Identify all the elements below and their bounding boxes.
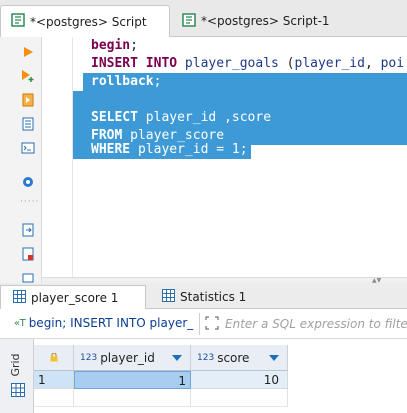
results-tab-label: player_score 1 xyxy=(31,290,119,305)
code-line-2: INSERT INTO player_goals (player_id, poi xyxy=(91,56,405,71)
column-header-score[interactable]: 123 score xyxy=(191,345,288,371)
cell-player-id[interactable]: 1 xyxy=(74,371,191,389)
editor-tab-bar: *<postgres> Script *<postgres> Script-1 xyxy=(0,0,407,37)
settings-icon[interactable] xyxy=(20,174,36,190)
toolbar-separator: ····· xyxy=(20,197,40,207)
filter-separator xyxy=(199,313,200,335)
code-line-3: rollback; xyxy=(91,74,162,89)
numeric-type-icon: 123 xyxy=(197,352,215,363)
table-icon xyxy=(162,289,175,305)
editor-toolbar: ····· xyxy=(0,37,42,283)
column-header-label: player_id xyxy=(100,350,155,365)
sort-arrow-icon[interactable] xyxy=(269,355,279,361)
table-icon xyxy=(13,289,26,306)
results-grid: 123 player_id 123 score 1 1 10 xyxy=(34,339,407,413)
row-number-header[interactable] xyxy=(34,345,74,371)
grid-view-icon[interactable] xyxy=(11,383,25,400)
column-header-player-id[interactable]: 123 player_id xyxy=(74,345,191,371)
results-tab-player-score[interactable]: player_score 1 xyxy=(0,285,146,309)
file-icon[interactable] xyxy=(20,246,36,262)
numeric-type-icon: 123 xyxy=(80,352,98,363)
cell-score[interactable]: 10 xyxy=(191,371,288,389)
export-icon[interactable] xyxy=(20,222,36,238)
code-line-1: begin; xyxy=(91,38,138,53)
results-tab-statistics[interactable]: Statistics 1 xyxy=(150,285,270,309)
explain-plan-icon[interactable] xyxy=(20,116,36,132)
code-line-5: SELECT player_id ,score xyxy=(91,110,272,125)
execute-in-new-tab-icon[interactable] xyxy=(20,68,36,84)
empty-cell xyxy=(191,389,288,407)
execute-statement-icon[interactable] xyxy=(20,44,36,60)
view-switcher: Grid xyxy=(0,339,34,413)
empty-cell xyxy=(34,389,74,407)
results-tab-label: Statistics 1 xyxy=(180,290,247,304)
source-query[interactable]: «T begin; INSERT INTO player_ xyxy=(14,316,193,330)
sql-editor[interactable]: begin; INSERT INTO player_goals (player_… xyxy=(42,37,407,277)
empty-cell xyxy=(74,389,191,407)
filter-input[interactable] xyxy=(225,314,407,334)
lock-icon xyxy=(50,351,58,365)
row-number-cell[interactable]: 1 xyxy=(34,371,74,389)
editor-tab-label: *<postgres> Script-1 xyxy=(201,14,330,28)
execute-script-icon[interactable] xyxy=(20,92,36,108)
editor-tab-script[interactable]: *<postgres> Script xyxy=(0,5,170,37)
editor-tab-label: *<postgres> Script xyxy=(30,14,147,29)
sql-text-icon: «T xyxy=(14,317,26,329)
editor-tab-script-1[interactable]: *<postgres> Script-1 xyxy=(172,5,407,37)
filter-bar: «T begin; INSERT INTO player_ xyxy=(0,309,407,339)
results-tab-bar: player_score 1 Statistics 1 xyxy=(0,283,407,309)
grid-view-label[interactable]: Grid xyxy=(9,351,25,379)
filter-expression-icon[interactable] xyxy=(205,316,219,333)
sort-arrow-icon[interactable] xyxy=(172,355,182,361)
column-header-label: score xyxy=(217,350,250,365)
sql-script-icon xyxy=(182,12,196,30)
selection-highlight xyxy=(73,91,407,109)
terminal-icon[interactable] xyxy=(20,140,36,156)
sql-script-icon xyxy=(11,13,25,30)
code-line-7: WHERE player_id = 1; xyxy=(91,142,248,157)
